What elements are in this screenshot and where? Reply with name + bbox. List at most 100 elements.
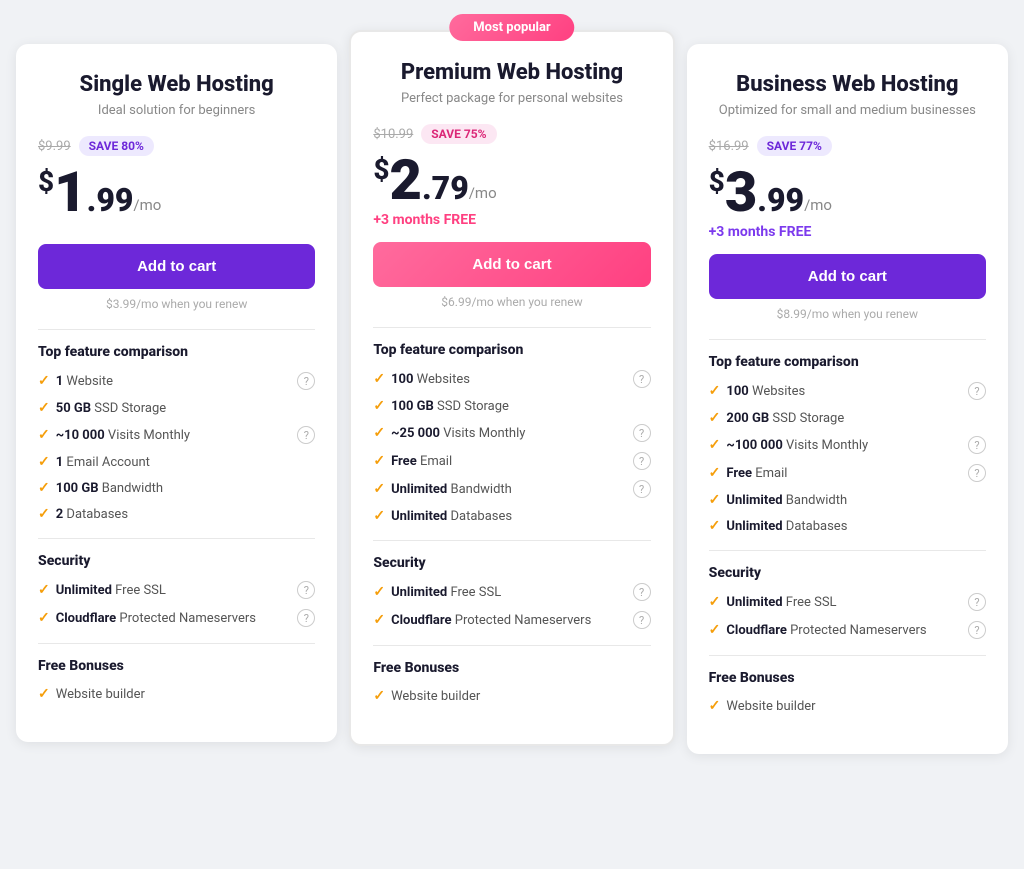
feature-text-single-3: 1 Email Account (56, 455, 150, 470)
check-icon: ✓ (373, 453, 385, 469)
feature-text-business-4: Unlimited Bandwidth (726, 493, 847, 508)
original-price-business: $16.99 (709, 139, 749, 154)
bonus-list-premium: ✓ Website builder (373, 688, 650, 704)
info-icon[interactable]: ? (633, 424, 651, 442)
info-icon[interactable]: ? (633, 583, 651, 601)
security-title-single: Security (38, 553, 315, 569)
feature-item-business-3: ✓ Free Email ? (709, 464, 986, 482)
feature-text-premium-1: 100 GB SSD Storage (391, 399, 509, 414)
info-icon[interactable]: ? (968, 436, 986, 454)
check-icon: ✓ (709, 410, 721, 426)
security-item-single-1: ✓ Cloudflare Protected Nameservers ? (38, 609, 315, 627)
plan-subtitle-single: Ideal solution for beginners (38, 103, 315, 118)
price-per-business: /mo (804, 196, 832, 214)
bonus-title-premium: Free Bonuses (373, 660, 650, 676)
info-icon[interactable]: ? (297, 609, 315, 627)
price-amount-single: 1.99 (54, 164, 133, 220)
plan-title-business: Business Web Hosting (709, 72, 986, 97)
check-icon: ✓ (373, 612, 385, 628)
save-badge-single: SAVE 80% (79, 136, 154, 156)
renew-text-premium: $6.99/mo when you renew (373, 295, 650, 309)
feature-item-premium-0: ✓ 100 Websites ? (373, 370, 650, 388)
renew-text-single: $3.99/mo when you renew (38, 297, 315, 311)
price-dollar-single: $ (38, 168, 54, 196)
feature-text-business-0: 100 Websites (726, 384, 805, 399)
divider-bonuses-premium (373, 645, 650, 646)
security-text-premium-0: Unlimited Free SSL (391, 585, 501, 600)
feature-item-single-0: ✓ 1 Website ? (38, 372, 315, 390)
divider-security-premium (373, 540, 650, 541)
check-icon: ✓ (38, 582, 50, 598)
security-item-premium-0: ✓ Unlimited Free SSL ? (373, 583, 650, 601)
info-icon[interactable]: ? (297, 581, 315, 599)
check-icon: ✓ (373, 371, 385, 387)
plan-card-single: Single Web HostingIdeal solution for beg… (16, 44, 337, 742)
info-icon[interactable]: ? (968, 621, 986, 639)
feature-list-single: ✓ 1 Website ? ✓ 50 GB SSD Storage ✓ ~10 … (38, 372, 315, 522)
security-item-premium-1: ✓ Cloudflare Protected Nameservers ? (373, 611, 650, 629)
info-icon[interactable]: ? (633, 370, 651, 388)
check-icon: ✓ (38, 686, 50, 702)
price-dollar-business: $ (709, 168, 725, 196)
security-text-business-0: Unlimited Free SSL (726, 595, 836, 610)
feature-item-single-3: ✓ 1 Email Account (38, 454, 315, 470)
most-popular-badge: Most popular (449, 14, 574, 41)
info-icon[interactable]: ? (968, 464, 986, 482)
divider-bonuses-single (38, 643, 315, 644)
security-item-business-0: ✓ Unlimited Free SSL ? (709, 593, 986, 611)
feature-item-single-2: ✓ ~10 000 Visits Monthly ? (38, 426, 315, 444)
check-icon: ✓ (373, 584, 385, 600)
price-main-premium: $ 2.79 /mo (373, 152, 650, 208)
price-row-premium: $10.99 SAVE 75% (373, 124, 650, 144)
check-icon: ✓ (709, 518, 721, 534)
feature-item-premium-4: ✓ Unlimited Bandwidth ? (373, 480, 650, 498)
bonus-text-single-0: Website builder (56, 687, 145, 702)
price-row-business: $16.99 SAVE 77% (709, 136, 986, 156)
check-icon: ✓ (38, 427, 50, 443)
info-icon[interactable]: ? (633, 452, 651, 470)
check-icon: ✓ (709, 383, 721, 399)
bonus-list-single: ✓ Website builder (38, 686, 315, 702)
info-icon[interactable]: ? (968, 382, 986, 400)
add-to-cart-business[interactable]: Add to cart (709, 254, 986, 299)
bonus-item-business-0: ✓ Website builder (709, 698, 986, 714)
divider-security-business (709, 550, 986, 551)
security-text-single-0: Unlimited Free SSL (56, 583, 166, 598)
feature-item-business-2: ✓ ~100 000 Visits Monthly ? (709, 436, 986, 454)
security-title-business: Security (709, 565, 986, 581)
original-price-premium: $10.99 (373, 127, 413, 142)
info-icon[interactable]: ? (968, 593, 986, 611)
info-icon[interactable]: ? (633, 480, 651, 498)
divider-features-business (709, 339, 986, 340)
feature-text-business-3: Free Email (726, 466, 787, 481)
feature-text-premium-2: ~25 000 Visits Monthly (391, 426, 525, 441)
renew-text-business: $8.99/mo when you renew (709, 307, 986, 321)
feature-text-single-5: 2 Databases (56, 507, 128, 522)
feature-text-business-5: Unlimited Databases (726, 519, 847, 534)
features-section-title-premium: Top feature comparison (373, 342, 650, 358)
bonus-title-single: Free Bonuses (38, 658, 315, 674)
feature-item-premium-2: ✓ ~25 000 Visits Monthly ? (373, 424, 650, 442)
check-icon: ✓ (373, 481, 385, 497)
security-list-premium: ✓ Unlimited Free SSL ? ✓ Cloudflare Prot… (373, 583, 650, 629)
bonus-text-premium-0: Website builder (391, 689, 480, 704)
add-to-cart-premium[interactable]: Add to cart (373, 242, 650, 287)
info-icon[interactable]: ? (297, 372, 315, 390)
feature-list-business: ✓ 100 Websites ? ✓ 200 GB SSD Storage ✓ … (709, 382, 986, 534)
feature-item-single-4: ✓ 100 GB Bandwidth (38, 480, 315, 496)
feature-item-business-5: ✓ Unlimited Databases (709, 518, 986, 534)
security-item-business-1: ✓ Cloudflare Protected Nameservers ? (709, 621, 986, 639)
feature-text-premium-0: 100 Websites (391, 372, 470, 387)
info-icon[interactable]: ? (297, 426, 315, 444)
check-icon: ✓ (373, 688, 385, 704)
add-to-cart-single[interactable]: Add to cart (38, 244, 315, 289)
security-list-business: ✓ Unlimited Free SSL ? ✓ Cloudflare Prot… (709, 593, 986, 639)
info-icon[interactable]: ? (633, 611, 651, 629)
feature-text-single-1: 50 GB SSD Storage (56, 401, 166, 416)
feature-item-premium-1: ✓ 100 GB SSD Storage (373, 398, 650, 414)
feature-item-single-1: ✓ 50 GB SSD Storage (38, 400, 315, 416)
divider-features-single (38, 329, 315, 330)
feature-item-premium-3: ✓ Free Email ? (373, 452, 650, 470)
feature-item-single-5: ✓ 2 Databases (38, 506, 315, 522)
feature-text-single-2: ~10 000 Visits Monthly (56, 428, 190, 443)
